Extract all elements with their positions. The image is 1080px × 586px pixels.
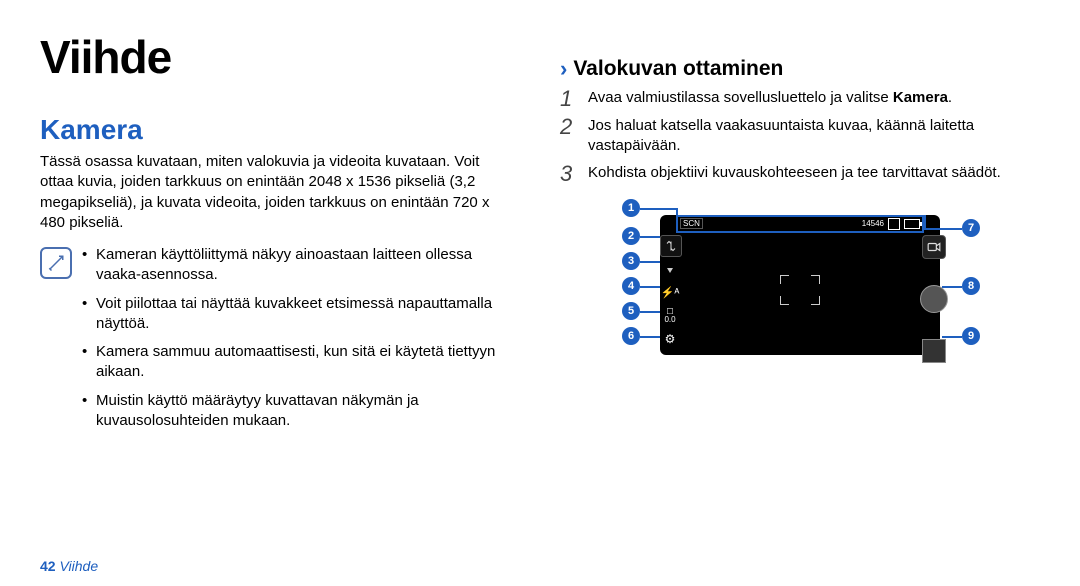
callout-7: 7 [962,219,980,237]
callout-lead [640,286,660,288]
focus-brackets-icon [780,275,820,305]
callout-6: 6 [622,327,640,345]
callout-lead [640,208,676,210]
page-number: 42 [40,558,56,574]
callout-lead [942,336,962,338]
step-1: 1 Avaa valmiustilassa sovellusluettelo j… [560,88,1040,110]
callout-lead [640,336,660,338]
note-item: Kamera sammuu automaattisesti, kun sitä … [82,342,500,383]
note-item: Muistin käyttö määräytyy kuvattavan näky… [82,391,500,432]
step-number: 1 [560,88,578,110]
mode-switch-icon [660,235,682,257]
step-text-after: . [948,89,952,106]
note-icon [40,247,72,279]
settings-gear-icon: ⚙ [660,329,680,349]
step-2: 2 Jos haluat katsella vaakasuuntaista ku… [560,116,1040,157]
sub-heading: Valokuvan ottaminen [573,57,783,81]
shutter-button-icon [920,285,948,313]
note-item: Kameran käyttöliittymä näkyy ainoastaan … [82,245,500,286]
camera-ui-figure: SCN 14546 ⚡ᴬ ☐0.0 [610,197,990,367]
chevron-right-icon: › [560,56,567,82]
step-text: Kohdista objektiivi kuvauskohteeseen ja … [588,163,1001,185]
step-text: Avaa valmiustilassa sovellusluettelo ja … [588,89,893,106]
battery-icon [904,219,920,229]
callout-9: 9 [962,327,980,345]
gallery-thumbnail-icon [922,339,946,363]
note-list: Kameran käyttöliittymä näkyy ainoastaan … [82,245,500,439]
step-text: Jos haluat katsella vaakasuuntaista kuva… [588,116,1040,157]
callout-2: 2 [622,227,640,245]
step-number: 3 [560,163,578,185]
callout-5: 5 [622,302,640,320]
note-item: Voit piilottaa tai näyttää kuvakkeet ets… [82,294,500,335]
step-number: 2 [560,116,578,157]
page-footer: 42 Viihde [40,558,98,574]
callout-8: 8 [962,277,980,295]
callout-lead [924,215,926,230]
camcorder-switch-icon [922,235,946,259]
callout-lead [640,236,660,238]
callout-1: 1 [622,199,640,217]
callout-3: 3 [622,252,640,270]
intro-text: Tässä osassa kuvataan, miten valokuvia j… [40,152,500,233]
section-heading-kamera: Kamera [40,114,500,146]
arrow-indicator-icon [660,260,680,280]
exposure-icon: ☐0.0 [660,306,680,326]
shots-remaining: 14546 [862,219,884,228]
step-3: 3 Kohdista objektiivi kuvauskohteeseen j… [560,163,1040,185]
callout-lead [924,228,962,230]
camera-top-bar: SCN 14546 [676,215,924,233]
callout-4: 4 [622,277,640,295]
footer-section-name: Viihde [59,558,98,574]
callout-lead [942,286,962,288]
flash-icon: ⚡ᴬ [660,283,680,303]
callout-lead [640,261,660,263]
step-bold: Kamera [893,89,948,106]
scene-mode-indicator: SCN [680,218,703,229]
page-title: Viihde [40,30,500,84]
callout-lead [640,311,660,313]
storage-icon [888,218,900,230]
callout-lead [676,208,678,215]
